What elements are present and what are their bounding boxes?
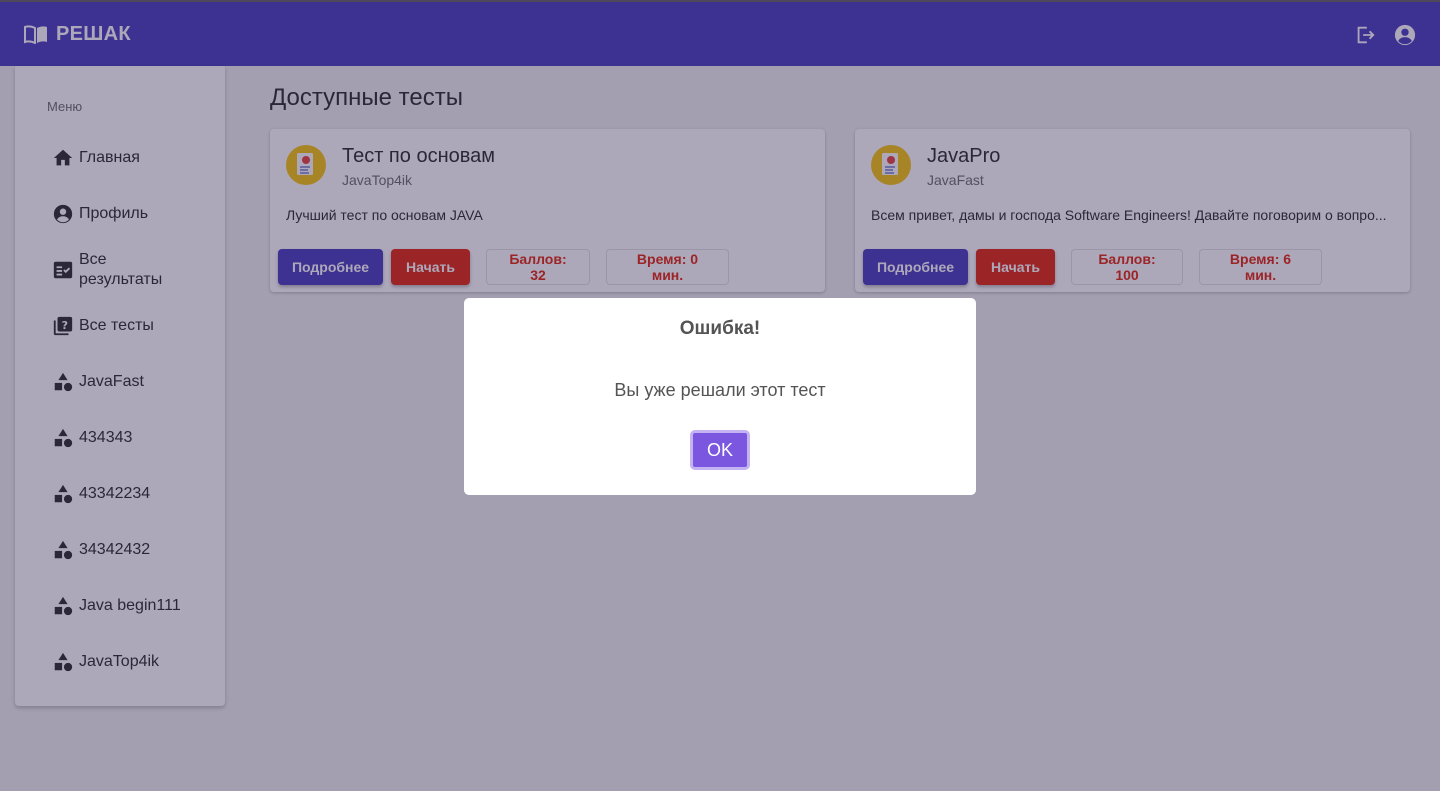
error-dialog: Ошибка! Вы уже решали этот тест OK	[464, 298, 976, 495]
dialog-title: Ошибка!	[679, 318, 761, 339]
ok-button[interactable]: OK	[690, 430, 750, 470]
dialog-message: Вы уже решали этот тест	[614, 380, 826, 400]
